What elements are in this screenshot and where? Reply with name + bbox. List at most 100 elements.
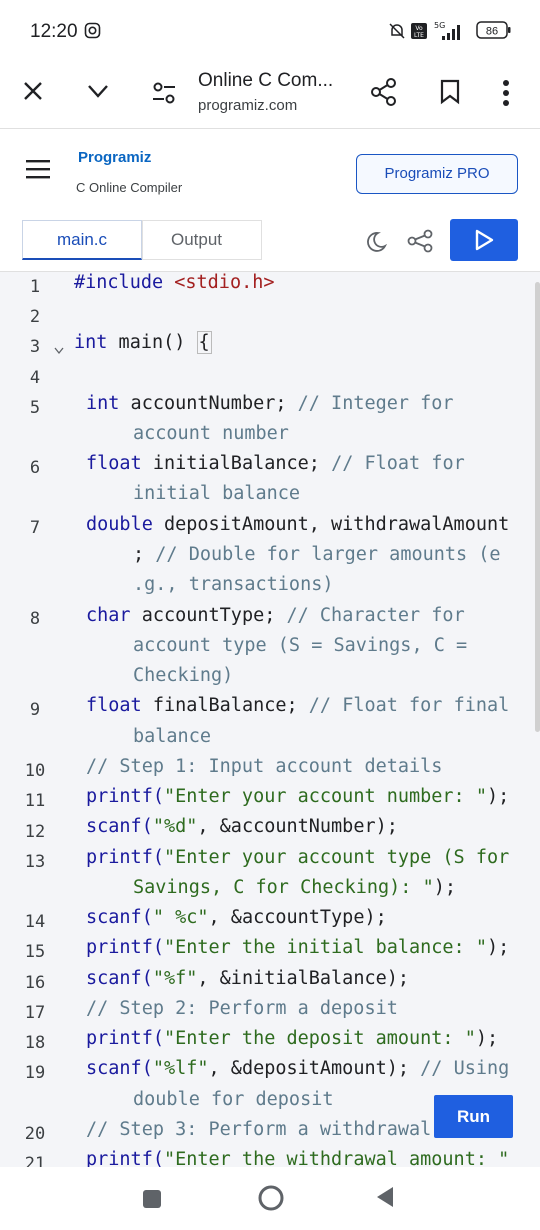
svg-text:86: 86 bbox=[486, 26, 498, 38]
code-line[interactable]: #include <stdio.h> bbox=[74, 272, 275, 293]
hamburger-menu-icon[interactable] bbox=[26, 159, 50, 184]
programiz-logo[interactable]: Programiz bbox=[78, 149, 151, 166]
code-token: , &accountNumber); bbox=[197, 816, 398, 837]
line-number: 21 bbox=[24, 1154, 46, 1167]
programiz-pro-button[interactable]: Programiz PRO bbox=[356, 154, 518, 194]
code-token: printf( bbox=[86, 786, 164, 807]
code-token: // Using bbox=[420, 1058, 510, 1079]
code-line[interactable]: // Step 2: Perform a deposit bbox=[86, 998, 398, 1019]
code-token: ; bbox=[133, 544, 156, 565]
line-number: 4 bbox=[29, 368, 41, 388]
page-url[interactable]: programiz.com bbox=[198, 97, 297, 114]
code-token: "%f" bbox=[152, 968, 198, 989]
code-line[interactable]: float initialBalance; // Float for bbox=[86, 453, 465, 474]
line-number: 19 bbox=[24, 1063, 46, 1083]
code-line[interactable]: // Step 3: Perform a withdrawal bbox=[86, 1119, 431, 1140]
code-line[interactable]: account type (S = Savings, C = bbox=[133, 635, 467, 656]
code-editor[interactable]: 1 2 3 4 5 6 7 8 9 10 11 12 13 14 15 16 1… bbox=[0, 272, 540, 1167]
code-token: scanf( bbox=[86, 907, 153, 928]
code-token: finalBalance; bbox=[141, 695, 309, 716]
more-options-icon[interactable] bbox=[502, 79, 510, 112]
home-icon[interactable] bbox=[257, 1184, 285, 1217]
code-line[interactable]: int accountNumber; // Integer for bbox=[86, 393, 454, 414]
fold-arrow-icon[interactable] bbox=[54, 342, 64, 360]
code-token: "Enter the deposit amount: " bbox=[163, 1028, 476, 1049]
code-line[interactable]: scanf("%f", &initialBalance); bbox=[86, 968, 409, 989]
dark-mode-icon[interactable] bbox=[364, 230, 388, 259]
code-token: double for deposit bbox=[133, 1089, 334, 1110]
run-button[interactable] bbox=[450, 219, 518, 261]
code-line[interactable]: printf("Enter your account number: "); bbox=[86, 786, 509, 807]
code-token: printf( bbox=[86, 847, 164, 868]
code-token: balance bbox=[133, 726, 211, 747]
code-token: char bbox=[86, 605, 131, 626]
line-number: 1 bbox=[29, 277, 41, 297]
code-line[interactable]: printf("Enter your account type (S for bbox=[86, 847, 509, 868]
code-line[interactable]: scanf("%lf", &depositAmount); // Using bbox=[86, 1058, 509, 1079]
page-title: Online C Com... bbox=[198, 70, 334, 91]
code-line[interactable]: float finalBalance; // Float for final bbox=[86, 695, 509, 716]
code-token: ); bbox=[486, 786, 510, 807]
line-number: 15 bbox=[24, 942, 46, 962]
code-line[interactable]: .g., transactions) bbox=[133, 574, 333, 595]
back-icon[interactable] bbox=[375, 1186, 395, 1213]
code-line[interactable]: balance bbox=[133, 726, 211, 747]
code-token: int bbox=[86, 393, 120, 414]
code-token: , &initialBalance); bbox=[197, 968, 410, 989]
line-number: 20 bbox=[24, 1124, 46, 1144]
line-number: 7 bbox=[29, 518, 41, 538]
code-line[interactable]: scanf(" %c", &accountType); bbox=[86, 907, 387, 928]
code-line[interactable]: printf("Enter the deposit amount: "); bbox=[86, 1028, 498, 1049]
scrollbar[interactable] bbox=[535, 282, 540, 732]
tab-output[interactable]: Output bbox=[142, 220, 262, 260]
line-number: 10 bbox=[24, 761, 46, 781]
bookmark-icon[interactable] bbox=[439, 79, 461, 110]
browser-toolbar: Online C Com... programiz.com bbox=[0, 62, 540, 129]
code-token: <stdio.h> bbox=[174, 272, 275, 293]
chevron-down-icon[interactable] bbox=[86, 82, 110, 105]
code-line[interactable]: scanf("%d", &accountNumber); bbox=[86, 816, 398, 837]
code-token: // Integer for bbox=[297, 393, 454, 414]
run-floating-button[interactable]: Run bbox=[434, 1095, 513, 1138]
code-line[interactable]: printf("Enter the initial balance: "); bbox=[86, 937, 509, 958]
code-line[interactable]: double depositAmount, withdrawalAmount bbox=[86, 514, 509, 535]
code-token: float bbox=[86, 453, 142, 474]
code-token: ); bbox=[475, 1028, 499, 1049]
code-line[interactable]: Savings, C for Checking): "); bbox=[133, 877, 456, 898]
line-number: 8 bbox=[29, 609, 41, 629]
code-token: #include bbox=[74, 272, 175, 293]
code-token: initial balance bbox=[133, 483, 301, 504]
close-icon[interactable] bbox=[22, 80, 44, 107]
code-line[interactable]: Checking) bbox=[133, 665, 233, 686]
code-line[interactable]: account number bbox=[133, 423, 289, 444]
share-code-icon[interactable] bbox=[406, 229, 434, 258]
code-token: scanf( bbox=[86, 1058, 153, 1079]
line-number: 13 bbox=[24, 852, 46, 872]
code-line[interactable]: // Step 1: Input account details bbox=[86, 756, 442, 777]
code-token: printf( bbox=[86, 937, 164, 958]
play-icon bbox=[474, 229, 494, 256]
code-line[interactable]: int main() { bbox=[74, 331, 212, 354]
code-token: accountNumber; bbox=[119, 393, 298, 414]
code-token: account number bbox=[133, 423, 289, 444]
code-token: printf( bbox=[86, 1149, 164, 1167]
code-token: float bbox=[86, 695, 142, 716]
code-token: "%d" bbox=[152, 816, 198, 837]
line-number: 17 bbox=[24, 1003, 46, 1023]
code-line[interactable]: char accountType; // Character for bbox=[86, 605, 465, 626]
code-token: account type (S = Savings, C = bbox=[133, 635, 468, 656]
site-subtitle: C Online Compiler bbox=[76, 180, 183, 195]
svg-text:5G: 5G bbox=[434, 21, 445, 30]
share-icon[interactable] bbox=[370, 77, 398, 112]
code-line[interactable]: ; // Double for larger amounts (e bbox=[133, 544, 501, 565]
code-line[interactable]: double for deposit bbox=[133, 1089, 333, 1110]
svg-text:LTE: LTE bbox=[414, 32, 424, 39]
site-settings-icon[interactable] bbox=[150, 79, 178, 112]
recents-icon[interactable] bbox=[142, 1189, 162, 1214]
code-token: main() bbox=[107, 332, 197, 353]
code-token: "Enter the withdrawal amount: " bbox=[163, 1149, 510, 1167]
code-line[interactable]: initial balance bbox=[133, 483, 300, 504]
code-line[interactable]: printf("Enter the withdrawal amount: " bbox=[86, 1149, 509, 1167]
code-token: // Float for bbox=[331, 453, 465, 474]
tab-main-c[interactable]: main.c bbox=[22, 220, 142, 260]
